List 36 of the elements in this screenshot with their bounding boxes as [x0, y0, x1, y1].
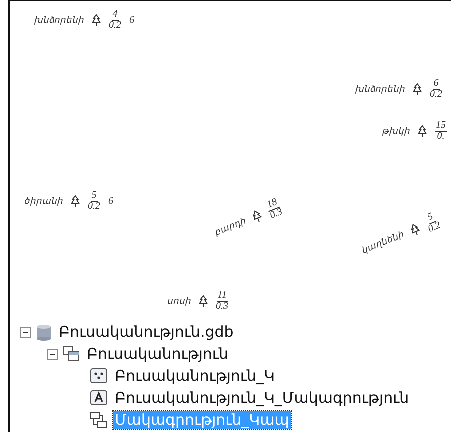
tree-symbol-icon: [92, 14, 101, 27]
collapse-toggle[interactable]: [47, 348, 58, 360]
fraction-numerator: 4: [112, 10, 119, 21]
map-label: ծիրանի: [24, 194, 63, 208]
tree-item[interactable]: Բուսականություն: [85, 345, 230, 363]
tree-symbol-icon: [199, 295, 208, 308]
fraction-numerator: 5: [90, 191, 98, 202]
fraction-denominator: 0.2: [88, 202, 100, 212]
map-label: խնձորենի: [355, 82, 405, 96]
fraction-numerator: 15: [435, 121, 447, 132]
fraction-denominator: 0.2: [430, 90, 442, 100]
fraction-denominator: 0.: [437, 132, 445, 142]
tree-item[interactable]: Բուսականություն_Կ: [113, 367, 277, 385]
tree-symbol-icon: [418, 125, 427, 138]
collapse-toggle[interactable]: [20, 326, 31, 338]
tree-symbol-icon: [250, 208, 264, 224]
annotation-layer-icon: [90, 390, 108, 406]
database-icon: [36, 324, 52, 340]
map-label: սոսի: [167, 294, 191, 308]
point-layer-icon: [90, 368, 108, 384]
relationship-icon: [90, 412, 108, 428]
fraction-denominator: 0.3: [216, 302, 228, 312]
dataset-icon: [63, 346, 80, 362]
map-label: խնձորենի: [34, 14, 84, 27]
tree-item[interactable]: Բուսականություն.gdb: [57, 323, 236, 341]
map-label-suffix: 6: [108, 195, 114, 209]
fraction-numerator: 6: [432, 79, 440, 90]
fraction-numerator: 11: [216, 291, 228, 302]
tree-item[interactable]: Բուսականություն_Կ_Մակագրություն: [113, 389, 412, 407]
map-label-suffix: 6: [130, 14, 134, 28]
tree-symbol-icon: [413, 83, 422, 96]
tree-symbol-icon: [408, 222, 422, 238]
fraction-denominator: 0.2: [109, 21, 122, 31]
fraction-numerator: 5: [426, 212, 436, 225]
map-label: թխկի: [382, 124, 410, 138]
tree-symbol-icon: [71, 195, 80, 208]
